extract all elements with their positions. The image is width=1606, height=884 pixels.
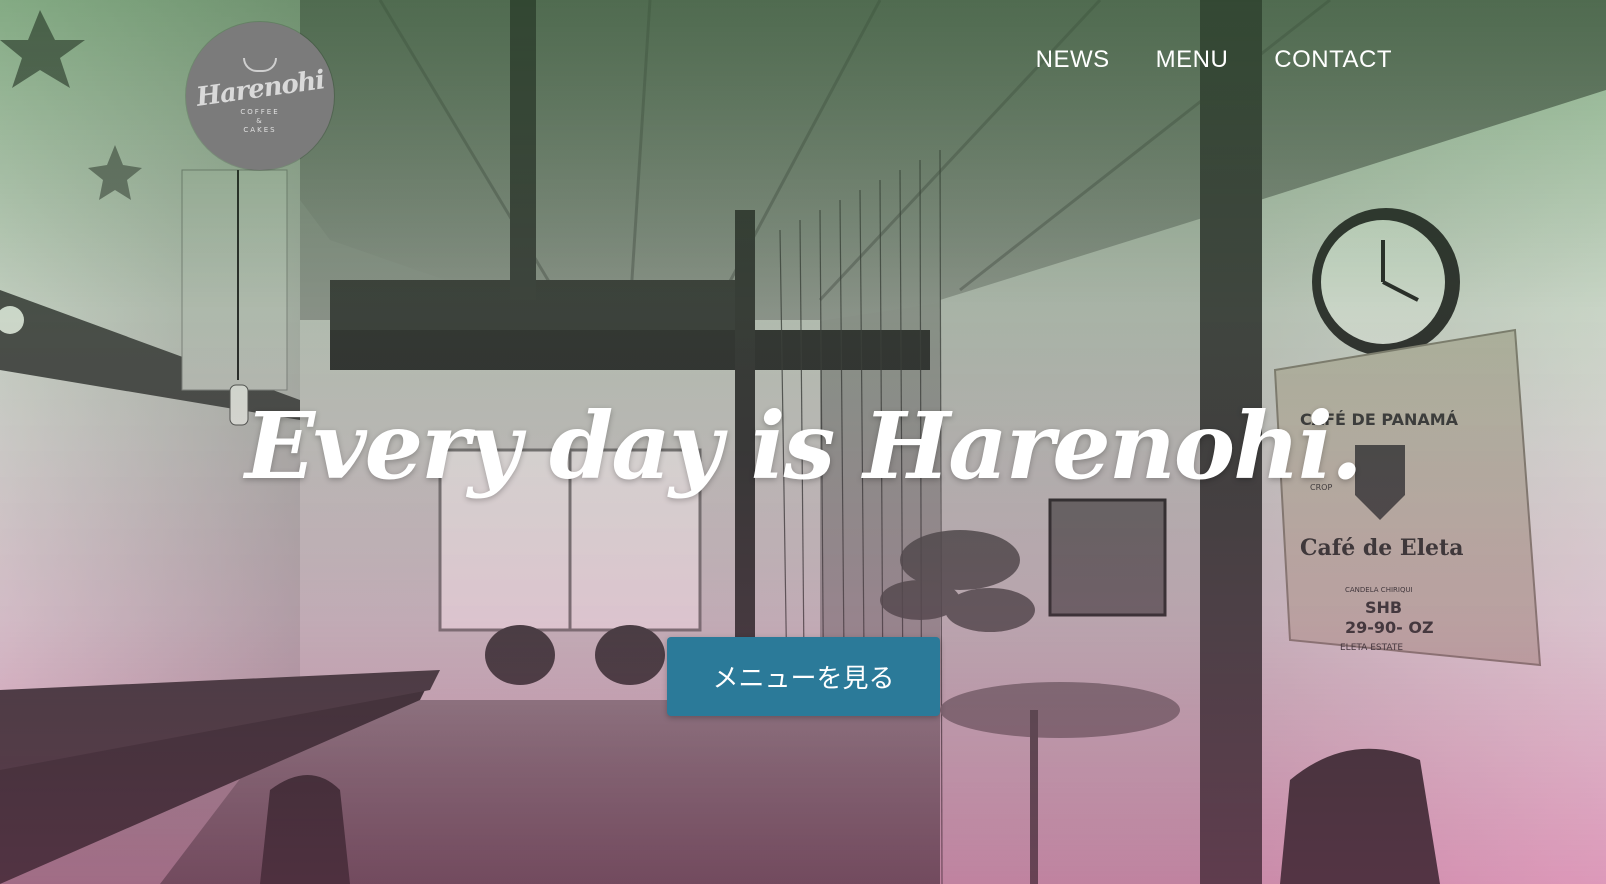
- coffee-cup-icon: [243, 57, 277, 72]
- logo-wordmark: Harenohi: [194, 64, 326, 113]
- sack-text-3: Café de Eleta: [1300, 535, 1463, 561]
- sack-text-6: 29-90- OZ: [1345, 618, 1434, 637]
- view-menu-button[interactable]: メニューを見る: [667, 637, 940, 716]
- logo-sub-line2: &: [256, 116, 264, 125]
- sack-text-5: SHB: [1365, 598, 1402, 617]
- sack-text-4: CANDELA CHIRIQUI: [1345, 586, 1413, 594]
- main-nav: NEWS MENU CONTACT: [1036, 46, 1392, 74]
- nav-news[interactable]: NEWS: [1036, 46, 1110, 74]
- nav-contact[interactable]: CONTACT: [1274, 46, 1392, 74]
- site-logo[interactable]: Harenohi COFFEE & CAKES: [186, 22, 334, 170]
- nav-menu[interactable]: MENU: [1156, 46, 1229, 74]
- sack-text-7: ELETA ESTATE: [1340, 643, 1403, 653]
- hero-section: CAFÉ DE PANAMÁ CROP Café de Eleta CANDEL…: [0, 0, 1606, 884]
- hero-headline: Every day is Harenohi.: [245, 392, 1363, 500]
- logo-sub-line1: COFFEE: [240, 107, 280, 116]
- logo-sub-line3: CAKES: [243, 125, 277, 134]
- logo-subtitle: COFFEE & CAKES: [240, 108, 279, 135]
